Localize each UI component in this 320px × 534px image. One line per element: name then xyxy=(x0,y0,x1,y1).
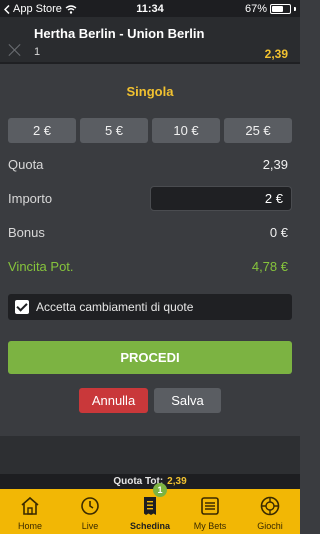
vincita-value: 4,78 € xyxy=(251,259,288,274)
bonus-label: Bonus xyxy=(8,225,45,240)
tab-giochi[interactable]: Giochi xyxy=(240,489,300,534)
battery-icon xyxy=(270,4,291,14)
importo-label: Importo xyxy=(8,191,53,206)
list-icon xyxy=(201,497,219,515)
tab-live-label: Live xyxy=(81,521,99,531)
stake-buttons: 2 € 5 € 10 € 25 € xyxy=(8,118,292,143)
close-icon[interactable] xyxy=(8,43,22,57)
tab-schedina-label: Schedina xyxy=(129,521,170,531)
clock-icon xyxy=(81,497,99,515)
status-bar: App Store 11:34 67% xyxy=(0,0,300,17)
event-selection: 1 xyxy=(34,46,41,58)
schedina-badge: 1 xyxy=(153,483,167,497)
tab-my-bets[interactable]: My Bets xyxy=(180,489,240,534)
accept-changes-label: Accetta cambiamenti di quote xyxy=(36,300,194,314)
stake-button-2[interactable]: 2 € xyxy=(8,118,76,143)
receipt-icon xyxy=(144,497,156,515)
event-odd: 2,39 xyxy=(264,47,288,61)
battery-tip xyxy=(294,7,296,11)
quota-label: Quota xyxy=(8,157,44,172)
accept-changes-checkbox[interactable] xyxy=(15,300,29,314)
annulla-button[interactable]: Annulla xyxy=(79,388,148,413)
tab-schedina[interactable]: 1 Schedina xyxy=(120,483,180,534)
tab-giochi-label: Giochi xyxy=(257,521,283,531)
battery-level xyxy=(272,6,284,12)
tab-bar: Home Live 1 Schedina My Bets Giochi xyxy=(0,483,300,534)
stake-button-5[interactable]: 5 € xyxy=(80,118,148,143)
bonus-value: 0 € xyxy=(269,225,288,240)
importo-input[interactable]: 2 € xyxy=(150,186,292,211)
vincita-label: Vincita Pot. xyxy=(8,259,74,274)
accept-changes-row[interactable]: Accetta cambiamenti di quote xyxy=(8,294,292,320)
stake-button-10[interactable]: 10 € xyxy=(152,118,220,143)
quota-value: 2,39 xyxy=(262,157,288,172)
stake-button-25[interactable]: 25 € xyxy=(224,118,292,143)
salva-button[interactable]: Salva xyxy=(154,388,221,413)
quota-tot-bar: Quota Tot: 2,39 xyxy=(0,474,300,489)
lower-band xyxy=(0,436,300,474)
status-right: 67% xyxy=(245,3,296,15)
tab-home[interactable]: Home xyxy=(0,489,60,534)
quota-tot-value: 2,39 xyxy=(167,476,187,487)
event-title: Hertha Berlin - Union Berlin xyxy=(34,26,205,41)
bet-type-title: Singola xyxy=(126,84,174,99)
procedi-button[interactable]: PROCEDI xyxy=(8,341,292,374)
tab-live[interactable]: Live xyxy=(60,489,120,534)
battery-percent: 67% xyxy=(244,3,267,15)
tab-my-bets-label: My Bets xyxy=(193,521,227,531)
tab-home-label: Home xyxy=(17,521,42,531)
home-icon xyxy=(21,496,39,515)
roulette-icon xyxy=(260,496,280,516)
event-row: Hertha Berlin - Union Berlin 1 2,39 xyxy=(0,17,300,64)
